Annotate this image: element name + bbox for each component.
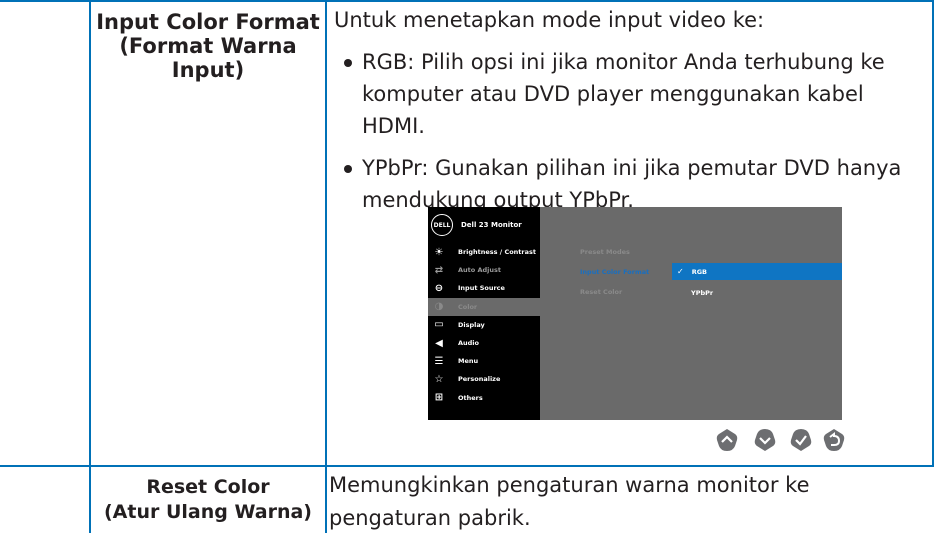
reset-color-description: Memungkinkan pengaturan warna monitor ke… (329, 473, 810, 530)
osd-item-menu[interactable]: ☰ Menu (428, 352, 540, 370)
osd-item-color[interactable]: ◑ Color (428, 297, 540, 316)
auto-adjust-icon: ⇄ (434, 264, 444, 276)
submenu-reset-color[interactable]: Reset Color (580, 288, 622, 296)
others-icon: ⊞ (434, 392, 444, 404)
osd-item-auto-adjust[interactable]: ⇄ Auto Adjust (428, 261, 540, 279)
color-icon: ◑ (434, 301, 444, 313)
osd-item-brightness[interactable]: ☀ Brightness / Contrast (428, 243, 540, 261)
dell-logo-icon: DELL (431, 214, 453, 236)
label-line: Reset Color (146, 476, 270, 498)
table-border-middle (325, 0, 327, 533)
check-icon: ✓ (677, 267, 684, 276)
table-row-divider (0, 465, 934, 467)
label-line: Input Color Format (96, 10, 320, 34)
label-line: (Format Warna (119, 34, 297, 58)
option-ypbpr[interactable]: YPbPr (672, 284, 861, 301)
table-border-right (932, 0, 934, 467)
down-icon[interactable] (753, 428, 777, 452)
setting-label-reset-color: Reset Color (Atur Ulang Warna) (91, 475, 325, 525)
osd-item-personalize[interactable]: ☆ Personalize (428, 370, 540, 388)
submenu-preset-modes[interactable]: Preset Modes (580, 248, 630, 256)
option-list: RGB: Pilih opsi ini jika monitor Anda te… (334, 46, 924, 216)
option-rgb[interactable]: ✓ RGB (672, 263, 842, 280)
table-row-divider-top (0, 0, 934, 2)
label-line: (Atur Ulang Warna) (104, 501, 312, 523)
up-icon[interactable] (715, 428, 739, 452)
osd-item-audio[interactable]: ◀ Audio (428, 334, 540, 352)
brightness-icon: ☀ (434, 246, 444, 258)
osd-item-display[interactable]: ▭ Display (428, 316, 540, 334)
personalize-icon: ☆ (434, 373, 444, 385)
setting-description: Untuk menetapkan mode input video ke: RG… (334, 4, 924, 216)
menu-icon: ☰ (434, 355, 444, 367)
display-icon: ▭ (434, 319, 444, 331)
osd-title: Dell 23 Monitor (461, 221, 522, 229)
osd-sidebar: DELL Dell 23 Monitor ☀ Brightness / Contr… (428, 207, 540, 420)
osd-item-others[interactable]: ⊞ Others (428, 389, 540, 407)
osd-menu-image: DELL Dell 23 Monitor ☀ Brightness / Contr… (428, 207, 842, 420)
osd-item-input-source[interactable]: ⊖ Input Source (428, 279, 540, 297)
submenu-input-color-format[interactable]: Input Color Format (580, 268, 649, 276)
setting-label-input-color-format: Input Color Format (Format Warna Input) (91, 10, 325, 82)
input-source-icon: ⊖ (434, 282, 444, 294)
description-intro: Untuk menetapkan mode input video ke: (334, 8, 765, 32)
check-icon[interactable] (789, 428, 813, 452)
list-item-rgb: RGB: Pilih opsi ini jika monitor Anda te… (340, 46, 924, 142)
audio-icon: ◀ (435, 337, 443, 349)
back-icon[interactable] (822, 428, 846, 452)
label-line: Input) (171, 58, 245, 82)
osd-header: DELL Dell 23 Monitor (428, 207, 540, 243)
